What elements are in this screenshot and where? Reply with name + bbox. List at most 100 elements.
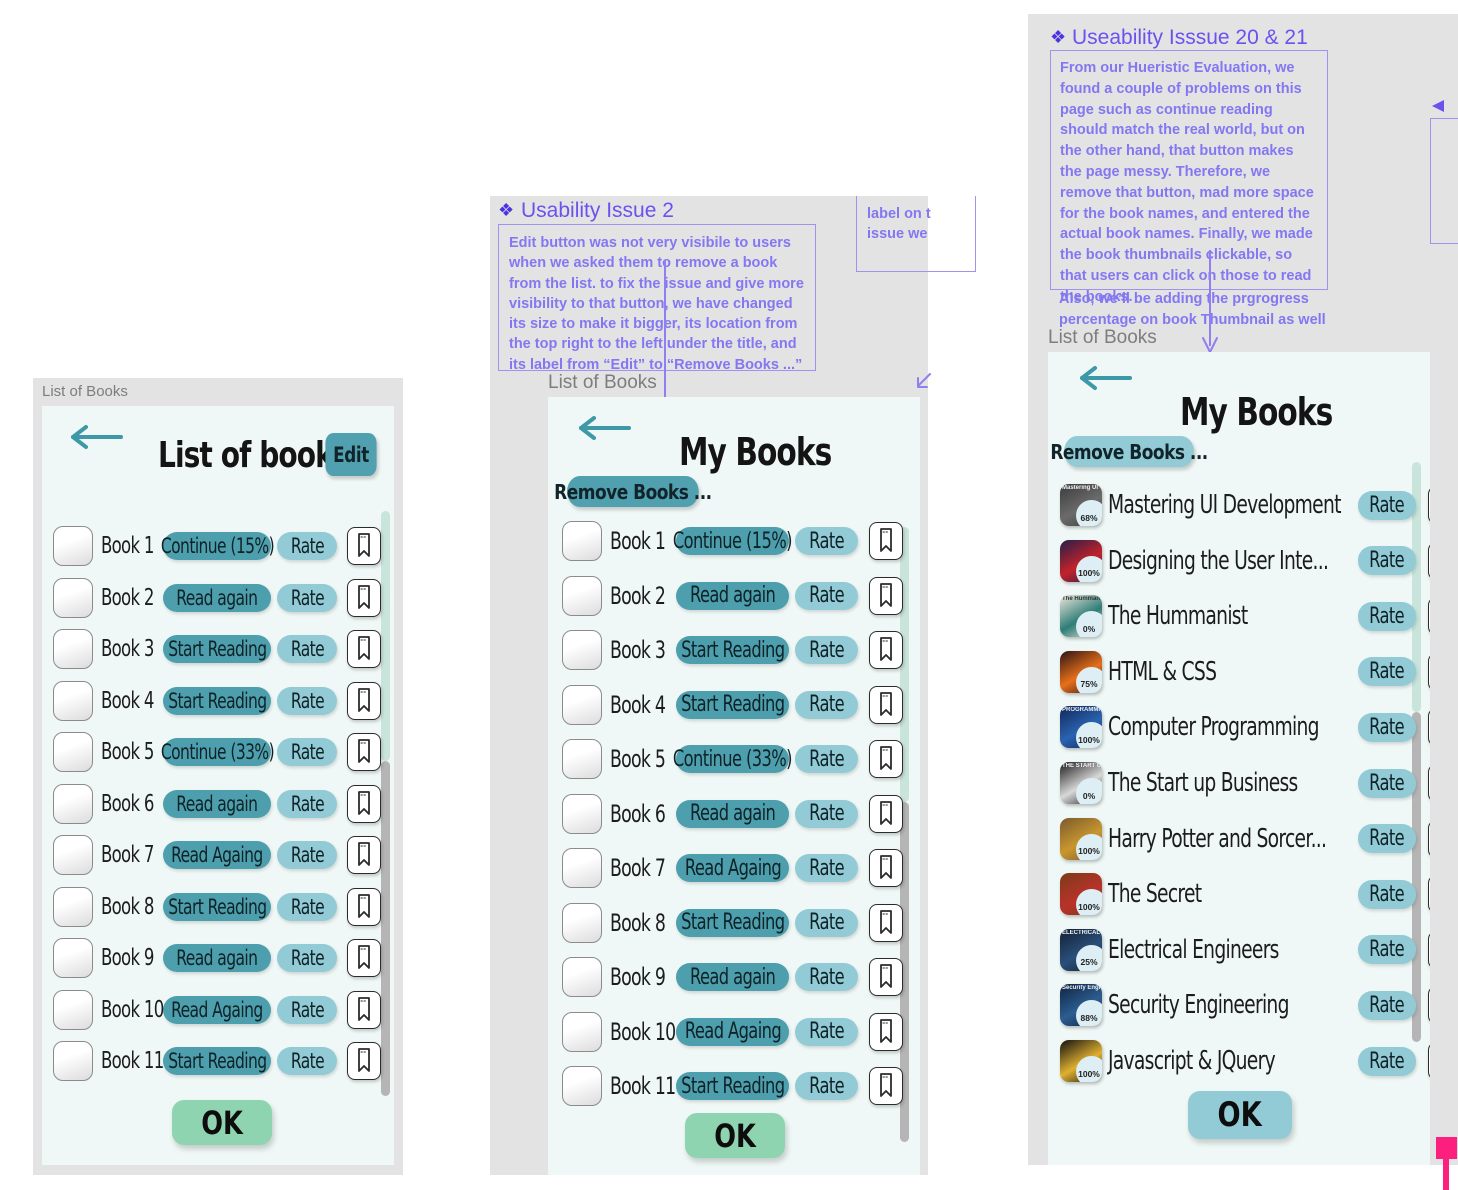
book-row[interactable]: Book 3 Start Reading Rate — [53, 627, 381, 671]
back-arrow-icon[interactable] — [1080, 365, 1132, 391]
rate-button[interactable]: Rate — [795, 581, 858, 610]
book-checkbox[interactable] — [53, 577, 93, 618]
book-action-button[interactable]: Read again — [163, 789, 271, 818]
remove-books-button-2[interactable]: Remove Books ... — [554, 476, 712, 507]
book-row[interactable]: Book 7 Read Againg Rate — [562, 846, 903, 890]
rate-button[interactable]: Rate — [795, 636, 858, 664]
rate-button[interactable]: Rate — [1358, 824, 1416, 854]
book-action-button[interactable]: Read Againg — [676, 1017, 789, 1046]
bookmark-icon[interactable] — [1428, 1042, 1430, 1080]
rate-button[interactable]: Rate — [1358, 546, 1416, 576]
book-checkbox[interactable] — [562, 521, 602, 561]
bookmark-icon[interactable] — [347, 527, 381, 565]
book-checkbox[interactable] — [562, 739, 602, 779]
book-checkbox[interactable] — [53, 526, 93, 566]
rate-button[interactable]: Rate — [795, 908, 858, 937]
book-action-button[interactable]: Continue (33%) — [673, 745, 793, 773]
book-thumbnail[interactable]: The Hummanist 0% — [1060, 595, 1102, 638]
book-row[interactable]: Book 10 Read Againg Rate — [562, 1010, 903, 1054]
book-checkbox[interactable] — [53, 938, 93, 978]
book-row[interactable]: PROGRAMMING 100%Computer Programming Rate — [1060, 704, 1430, 750]
ok-button-2[interactable]: OK — [685, 1113, 785, 1158]
book-action-button[interactable]: Read again — [676, 581, 789, 610]
bookmark-icon[interactable] — [869, 522, 903, 560]
book-action-button[interactable]: Start Reading — [163, 1047, 271, 1075]
bookmark-icon[interactable] — [1428, 652, 1430, 691]
book-checkbox[interactable] — [562, 684, 602, 725]
bookmark-icon[interactable] — [347, 681, 381, 720]
ok-button-3[interactable]: OK — [1188, 1091, 1292, 1139]
back-arrow-icon[interactable] — [71, 424, 123, 450]
bookmark-icon[interactable] — [347, 784, 381, 823]
book-action-button[interactable]: Start Reading — [163, 686, 271, 715]
book-action-button[interactable]: Start Reading — [676, 636, 789, 664]
book-checkbox[interactable] — [562, 848, 602, 888]
book-checkbox[interactable] — [562, 957, 602, 997]
bookmark-icon[interactable] — [347, 887, 381, 926]
bookmark-icon[interactable] — [869, 794, 903, 833]
rate-button[interactable]: Rate — [277, 892, 337, 921]
book-checkbox[interactable] — [562, 902, 602, 943]
back-arrow-icon[interactable] — [579, 415, 631, 441]
book-checkbox[interactable] — [53, 989, 93, 1030]
book-row[interactable]: Book 1 Continue (15%) Rate — [53, 524, 381, 568]
book-action-button[interactable]: Start Reading — [676, 690, 789, 719]
rate-button[interactable]: Rate — [1358, 990, 1416, 1020]
book-action-button[interactable]: Read again — [163, 583, 271, 612]
rate-button[interactable]: Rate — [795, 1072, 858, 1100]
book-row[interactable]: Book 8 Start Reading Rate — [53, 885, 381, 929]
remove-books-button-3[interactable]: Remove Books ... — [1050, 436, 1208, 467]
bookmark-icon[interactable] — [1428, 875, 1430, 914]
rate-button[interactable]: Rate — [795, 963, 858, 991]
book-action-button[interactable]: Continue (33%) — [160, 738, 274, 766]
book-action-button[interactable]: Read Againg — [163, 995, 271, 1024]
book-row[interactable]: Mastering UI Development with UI... 68%Ma… — [1060, 482, 1430, 528]
book-thumbnail[interactable]: 100% — [1060, 817, 1102, 860]
book-thumbnail[interactable]: 75% — [1060, 650, 1102, 693]
book-thumbnail[interactable]: 100% — [1060, 873, 1102, 916]
book-row[interactable]: 100% The Secret Rate — [1060, 871, 1430, 917]
book-row[interactable]: Book 5 Continue (33%) Rate — [53, 730, 381, 774]
bookmark-icon[interactable] — [1428, 597, 1430, 636]
rate-button[interactable]: Rate — [1358, 768, 1416, 798]
book-checkbox[interactable] — [53, 680, 93, 721]
book-row[interactable]: Book 1 Continue (15%) Rate — [562, 519, 903, 563]
book-action-button[interactable]: Read again — [676, 799, 789, 828]
rate-button[interactable]: Rate — [277, 686, 337, 715]
rate-button[interactable]: Rate — [795, 854, 858, 882]
bookmark-icon[interactable] — [1428, 541, 1430, 580]
book-thumbnail[interactable]: THE START UP BUSIN... 0% — [1060, 762, 1102, 804]
bookmark-icon[interactable] — [869, 631, 903, 669]
book-action-button[interactable]: Start Reading — [676, 908, 789, 937]
bookmark-icon[interactable] — [1428, 764, 1430, 802]
book-checkbox[interactable] — [53, 783, 93, 824]
book-checkbox[interactable] — [53, 886, 93, 927]
book-row[interactable]: Book 10 Read Againg Rate — [53, 988, 381, 1032]
book-row[interactable]: 100% Harry Potter and Sorcer... Rate — [1060, 816, 1430, 862]
book-checkbox[interactable] — [53, 1041, 93, 1081]
book-row[interactable]: Book 5 Continue (33%) Rate — [562, 737, 903, 781]
bookmark-icon[interactable] — [347, 630, 381, 668]
book-row[interactable]: Book 8 Start Reading Rate — [562, 901, 903, 945]
book-row[interactable]: Book 6 Read again Rate — [562, 792, 903, 836]
bookmark-icon[interactable] — [869, 903, 903, 942]
book-action-button[interactable]: Start Reading — [676, 1072, 789, 1100]
book-row[interactable]: 100% Designing the User Inte... Rate — [1060, 538, 1430, 584]
bookmark-icon[interactable] — [869, 849, 903, 887]
book-row[interactable]: Book 11 Start Reading Rate — [53, 1039, 381, 1083]
book-row[interactable]: Book 11 Start Reading Rate — [562, 1064, 903, 1108]
ok-button-1[interactable]: OK — [172, 1100, 272, 1145]
book-row[interactable]: Book 9 Read again Rate — [53, 936, 381, 980]
book-row[interactable]: Book 2 Read again Rate — [53, 576, 381, 620]
book-thumbnail[interactable]: Mastering UI Development with UI... 68% — [1060, 484, 1102, 526]
bookmark-icon[interactable] — [869, 576, 903, 615]
book-row[interactable]: Book 4 Start Reading Rate — [53, 679, 381, 723]
book-action-button[interactable]: Continue (15%) — [160, 532, 274, 560]
rate-button[interactable]: Rate — [277, 532, 337, 560]
rate-button[interactable]: Rate — [277, 1047, 337, 1075]
scrollbar-track-1[interactable] — [381, 511, 390, 761]
rate-button[interactable]: Rate — [1358, 879, 1416, 909]
book-checkbox[interactable] — [562, 793, 602, 834]
book-row[interactable]: 100% Javascript & JQuery Rate — [1060, 1038, 1430, 1084]
rate-button[interactable]: Rate — [277, 583, 337, 612]
